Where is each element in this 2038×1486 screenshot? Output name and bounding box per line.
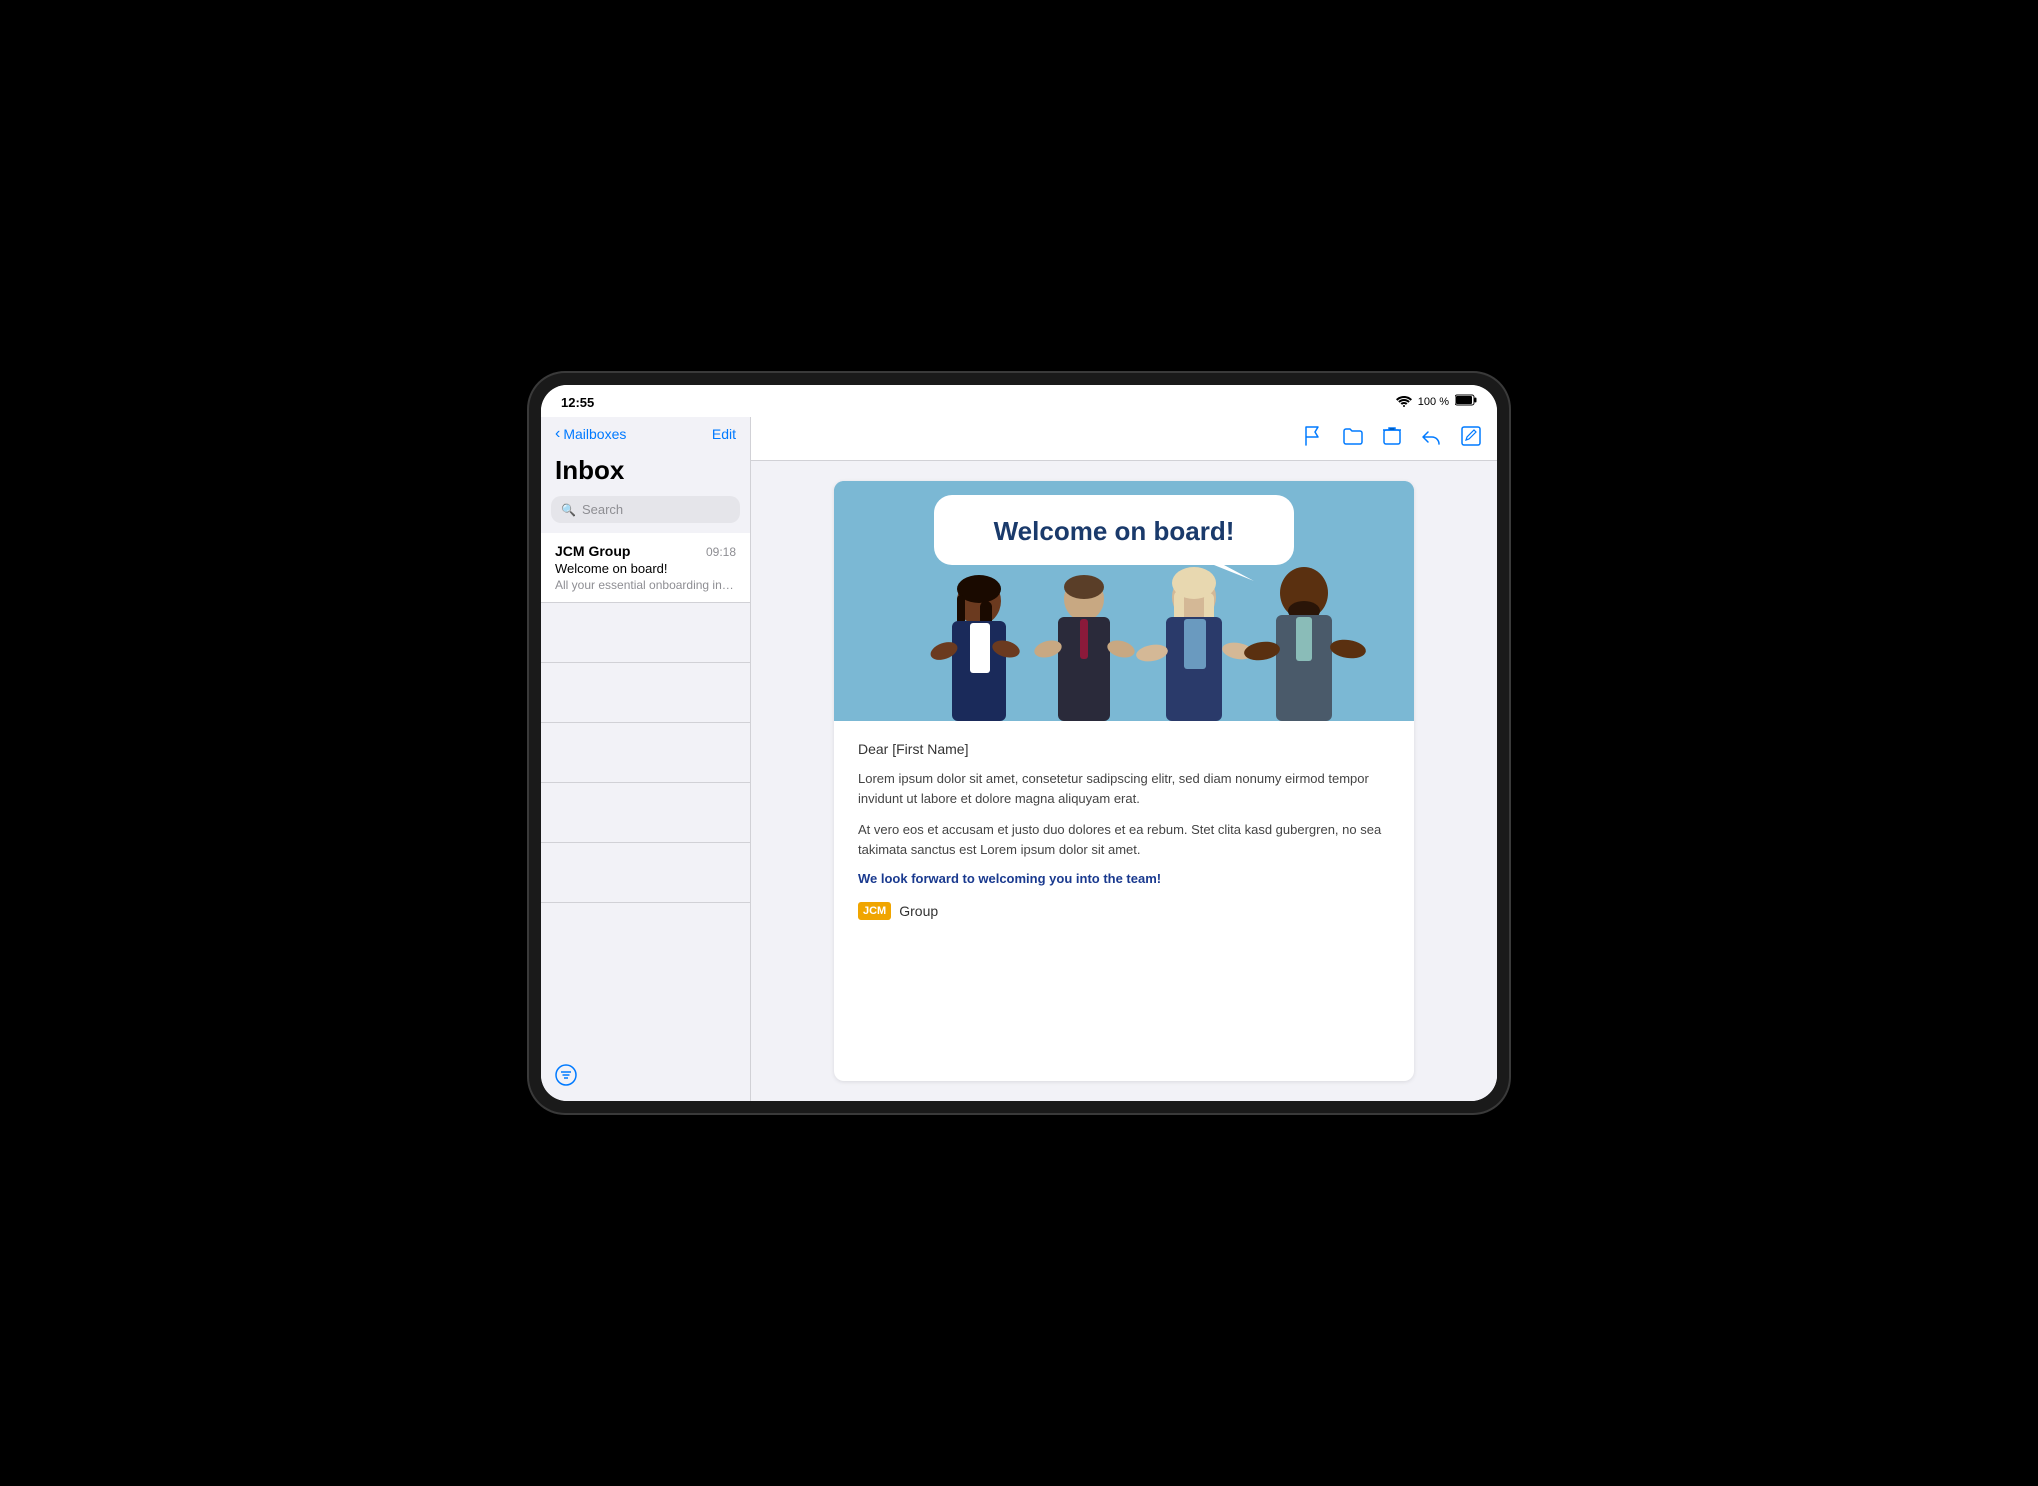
empty-row [541, 603, 750, 663]
empty-row [541, 663, 750, 723]
email-body: Dear [First Name] Lorem ipsum dolor sit … [834, 721, 1414, 940]
search-icon: 🔍 [561, 503, 576, 517]
email-preview: All your essential onboarding informatio… [555, 578, 736, 592]
battery-percentage: 100 % [1418, 396, 1449, 408]
detail-content: Welcome on board! [751, 461, 1497, 1101]
app-layout: ‹ Mailboxes Edit Inbox 🔍 Search JC [541, 417, 1497, 1101]
flag-icon[interactable] [1305, 426, 1323, 451]
sidebar-footer [541, 1054, 750, 1101]
inbox-title: Inbox [541, 451, 750, 496]
search-bar[interactable]: 🔍 Search [551, 496, 740, 523]
welcome-banner: Welcome on board! [834, 481, 1414, 721]
email-card: Welcome on board! [834, 481, 1414, 1081]
wifi-icon [1396, 395, 1412, 410]
battery-icon [1455, 393, 1477, 411]
jcm-badge: JCM [858, 902, 891, 920]
detail-pane: Welcome on board! [751, 417, 1497, 1101]
jcm-group-text: Group [899, 903, 938, 919]
email-greeting: Dear [First Name] [858, 741, 1390, 757]
sidebar: ‹ Mailboxes Edit Inbox 🔍 Search JC [541, 417, 751, 1101]
email-footer-logo: JCM Group [858, 902, 1390, 920]
status-right: 100 % [1396, 393, 1477, 411]
status-time: 12:55 [561, 395, 594, 410]
reply-icon[interactable] [1421, 427, 1441, 450]
email-list-item[interactable]: JCM Group 09:18 Welcome on board! All yo… [541, 533, 750, 603]
ipad-screen: 12:55 100 % ‹ Mailboxes [541, 385, 1497, 1101]
email-paragraph-2: At vero eos et accusam et justo duo dolo… [858, 820, 1390, 859]
ipad-frame: 12:55 100 % ‹ Mailboxes [529, 373, 1509, 1113]
email-time: 09:18 [706, 545, 736, 559]
compose-icon[interactable] [1461, 426, 1481, 451]
mailboxes-back-button[interactable]: ‹ Mailboxes [555, 425, 626, 443]
mailboxes-label: Mailboxes [563, 426, 626, 442]
detail-toolbar [751, 417, 1497, 461]
empty-row [541, 783, 750, 843]
status-bar: 12:55 100 % [541, 385, 1497, 417]
empty-row [541, 843, 750, 903]
filter-icon[interactable] [555, 1064, 577, 1091]
email-cta: We look forward to welcoming you into th… [858, 871, 1390, 886]
email-paragraph-1: Lorem ipsum dolor sit amet, consetetur s… [858, 769, 1390, 808]
email-subject: Welcome on board! [555, 561, 736, 576]
edit-button[interactable]: Edit [712, 426, 736, 442]
empty-row [541, 723, 750, 783]
banner-text: Welcome on board! [994, 516, 1235, 546]
chevron-left-icon: ‹ [555, 425, 560, 443]
email-item-header: JCM Group 09:18 [555, 543, 736, 559]
search-placeholder: Search [582, 502, 623, 517]
email-list: JCM Group 09:18 Welcome on board! All yo… [541, 533, 750, 1054]
sidebar-nav: ‹ Mailboxes Edit [541, 417, 750, 451]
email-sender: JCM Group [555, 543, 630, 559]
trash-icon[interactable] [1383, 426, 1401, 451]
folder-icon[interactable] [1343, 427, 1363, 450]
